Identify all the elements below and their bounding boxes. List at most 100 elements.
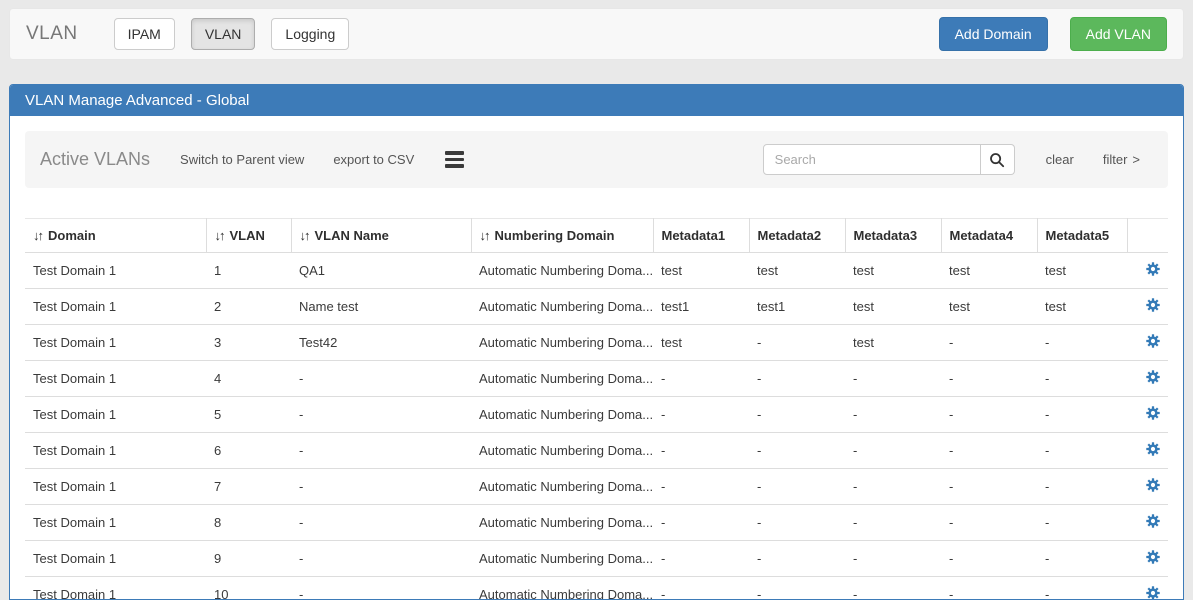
table-row: Test Domain 12Name testAutomatic Numberi… xyxy=(25,289,1168,325)
cell-numbering-domain: Automatic Numbering Doma... xyxy=(471,577,653,600)
cell-metadata1: - xyxy=(653,541,749,577)
row-settings-button[interactable] xyxy=(1146,478,1160,492)
sort-icon[interactable]: ↓↑ xyxy=(480,228,489,243)
table-body: Test Domain 11QA1Automatic Numbering Dom… xyxy=(25,253,1168,600)
cell-actions xyxy=(1127,361,1168,397)
cell-actions xyxy=(1127,433,1168,469)
search-button[interactable] xyxy=(981,144,1015,175)
cell-metadata1: - xyxy=(653,505,749,541)
menu-button[interactable] xyxy=(443,146,466,173)
cell-vlan-name: - xyxy=(291,541,471,577)
export-to-csv-link[interactable]: export to CSV xyxy=(333,152,414,167)
column-header-label: Numbering Domain xyxy=(495,228,615,243)
cell-metadata4: - xyxy=(941,577,1037,600)
cell-metadata1: - xyxy=(653,397,749,433)
table-row: Test Domain 17-Automatic Numbering Doma.… xyxy=(25,469,1168,505)
cell-vlan: 5 xyxy=(206,397,291,433)
cell-metadata3: - xyxy=(845,505,941,541)
cell-metadata3: - xyxy=(845,361,941,397)
row-settings-button[interactable] xyxy=(1146,406,1160,420)
cell-metadata2: - xyxy=(749,469,845,505)
cell-metadata2: test xyxy=(749,253,845,289)
row-settings-button[interactable] xyxy=(1146,514,1160,528)
gear-icon xyxy=(1146,516,1160,531)
cell-actions xyxy=(1127,289,1168,325)
cell-metadata2: - xyxy=(749,325,845,361)
add-vlan-button[interactable]: Add VLAN xyxy=(1070,17,1167,51)
row-settings-button[interactable] xyxy=(1146,442,1160,456)
row-settings-button[interactable] xyxy=(1146,370,1160,384)
cell-metadata1: test xyxy=(653,325,749,361)
column-header-domain[interactable]: ↓↑Domain xyxy=(25,219,206,253)
gear-icon xyxy=(1146,444,1160,459)
cell-metadata5: - xyxy=(1037,397,1127,433)
cell-metadata2: - xyxy=(749,541,845,577)
sort-icon[interactable]: ↓↑ xyxy=(215,228,224,243)
column-header-label: Metadata5 xyxy=(1046,228,1110,243)
row-settings-button[interactable] xyxy=(1146,550,1160,564)
column-header-metadata4: Metadata4 xyxy=(941,219,1037,253)
cell-metadata3: - xyxy=(845,577,941,600)
cell-metadata3: test xyxy=(845,325,941,361)
row-settings-button[interactable] xyxy=(1146,334,1160,348)
cell-domain: Test Domain 1 xyxy=(25,325,206,361)
column-header-metadata5: Metadata5 xyxy=(1037,219,1127,253)
cell-vlan-name: QA1 xyxy=(291,253,471,289)
tab-vlan[interactable]: VLAN xyxy=(191,18,256,50)
tab-logging[interactable]: Logging xyxy=(271,18,349,50)
column-header-numbering-domain[interactable]: ↓↑ Numbering Domain xyxy=(471,219,653,253)
cell-metadata4: - xyxy=(941,469,1037,505)
cell-metadata2: - xyxy=(749,433,845,469)
add-domain-button[interactable]: Add Domain xyxy=(939,17,1048,51)
column-header-vlan[interactable]: ↓↑ VLAN xyxy=(206,219,291,253)
column-header-label: VLAN xyxy=(230,228,265,243)
clear-link[interactable]: clear xyxy=(1046,152,1074,167)
cell-metadata5: test xyxy=(1037,253,1127,289)
search-input[interactable] xyxy=(763,144,981,175)
cell-actions xyxy=(1127,505,1168,541)
cell-actions xyxy=(1127,253,1168,289)
cell-vlan: 8 xyxy=(206,505,291,541)
row-settings-button[interactable] xyxy=(1146,298,1160,312)
switch-to-parent-view-link[interactable]: Switch to Parent view xyxy=(180,152,304,167)
cell-domain: Test Domain 1 xyxy=(25,397,206,433)
cell-vlan-name: - xyxy=(291,397,471,433)
filter-link[interactable]: filter> xyxy=(1103,152,1140,167)
tab-ipam[interactable]: IPAM xyxy=(114,18,175,50)
cell-domain: Test Domain 1 xyxy=(25,433,206,469)
cell-metadata3: - xyxy=(845,433,941,469)
sort-icon[interactable]: ↓↑ xyxy=(33,228,42,243)
column-header-label: Metadata1 xyxy=(662,228,726,243)
cell-metadata5: - xyxy=(1037,469,1127,505)
cell-numbering-domain: Automatic Numbering Doma... xyxy=(471,541,653,577)
cell-metadata1: - xyxy=(653,361,749,397)
cell-vlan-name: - xyxy=(291,433,471,469)
gear-icon xyxy=(1146,300,1160,315)
cell-vlan-name: - xyxy=(291,577,471,600)
cell-domain: Test Domain 1 xyxy=(25,361,206,397)
cell-domain: Test Domain 1 xyxy=(25,577,206,600)
cell-metadata5: - xyxy=(1037,433,1127,469)
row-settings-button[interactable] xyxy=(1146,262,1160,276)
hamburger-icon xyxy=(445,164,464,168)
cell-vlan: 4 xyxy=(206,361,291,397)
cell-actions xyxy=(1127,325,1168,361)
column-header-vlan-name[interactable]: ↓↑VLAN Name xyxy=(291,219,471,253)
cell-vlan-name: Test42 xyxy=(291,325,471,361)
cell-metadata2: - xyxy=(749,505,845,541)
sort-icon[interactable]: ↓↑ xyxy=(300,228,309,243)
cell-numbering-domain: Automatic Numbering Doma... xyxy=(471,397,653,433)
cell-metadata3: test xyxy=(845,253,941,289)
header-row: ↓↑Domain↓↑VLAN↓↑VLAN Name↓↑Numbering Dom… xyxy=(25,219,1168,253)
column-header-label: Metadata3 xyxy=(854,228,918,243)
column-header-label: Metadata4 xyxy=(950,228,1014,243)
vlan-panel: VLAN Manage Advanced - Global Active VLA… xyxy=(9,84,1184,600)
table-row: Test Domain 110-Automatic Numbering Doma… xyxy=(25,577,1168,600)
cell-vlan: 6 xyxy=(206,433,291,469)
vlan-table: ↓↑Domain↓↑VLAN↓↑VLAN Name↓↑Numbering Dom… xyxy=(25,218,1168,600)
cell-metadata2: - xyxy=(749,361,845,397)
row-settings-button[interactable] xyxy=(1146,586,1160,600)
gear-icon xyxy=(1146,588,1160,600)
cell-vlan: 1 xyxy=(206,253,291,289)
cell-metadata1: - xyxy=(653,469,749,505)
